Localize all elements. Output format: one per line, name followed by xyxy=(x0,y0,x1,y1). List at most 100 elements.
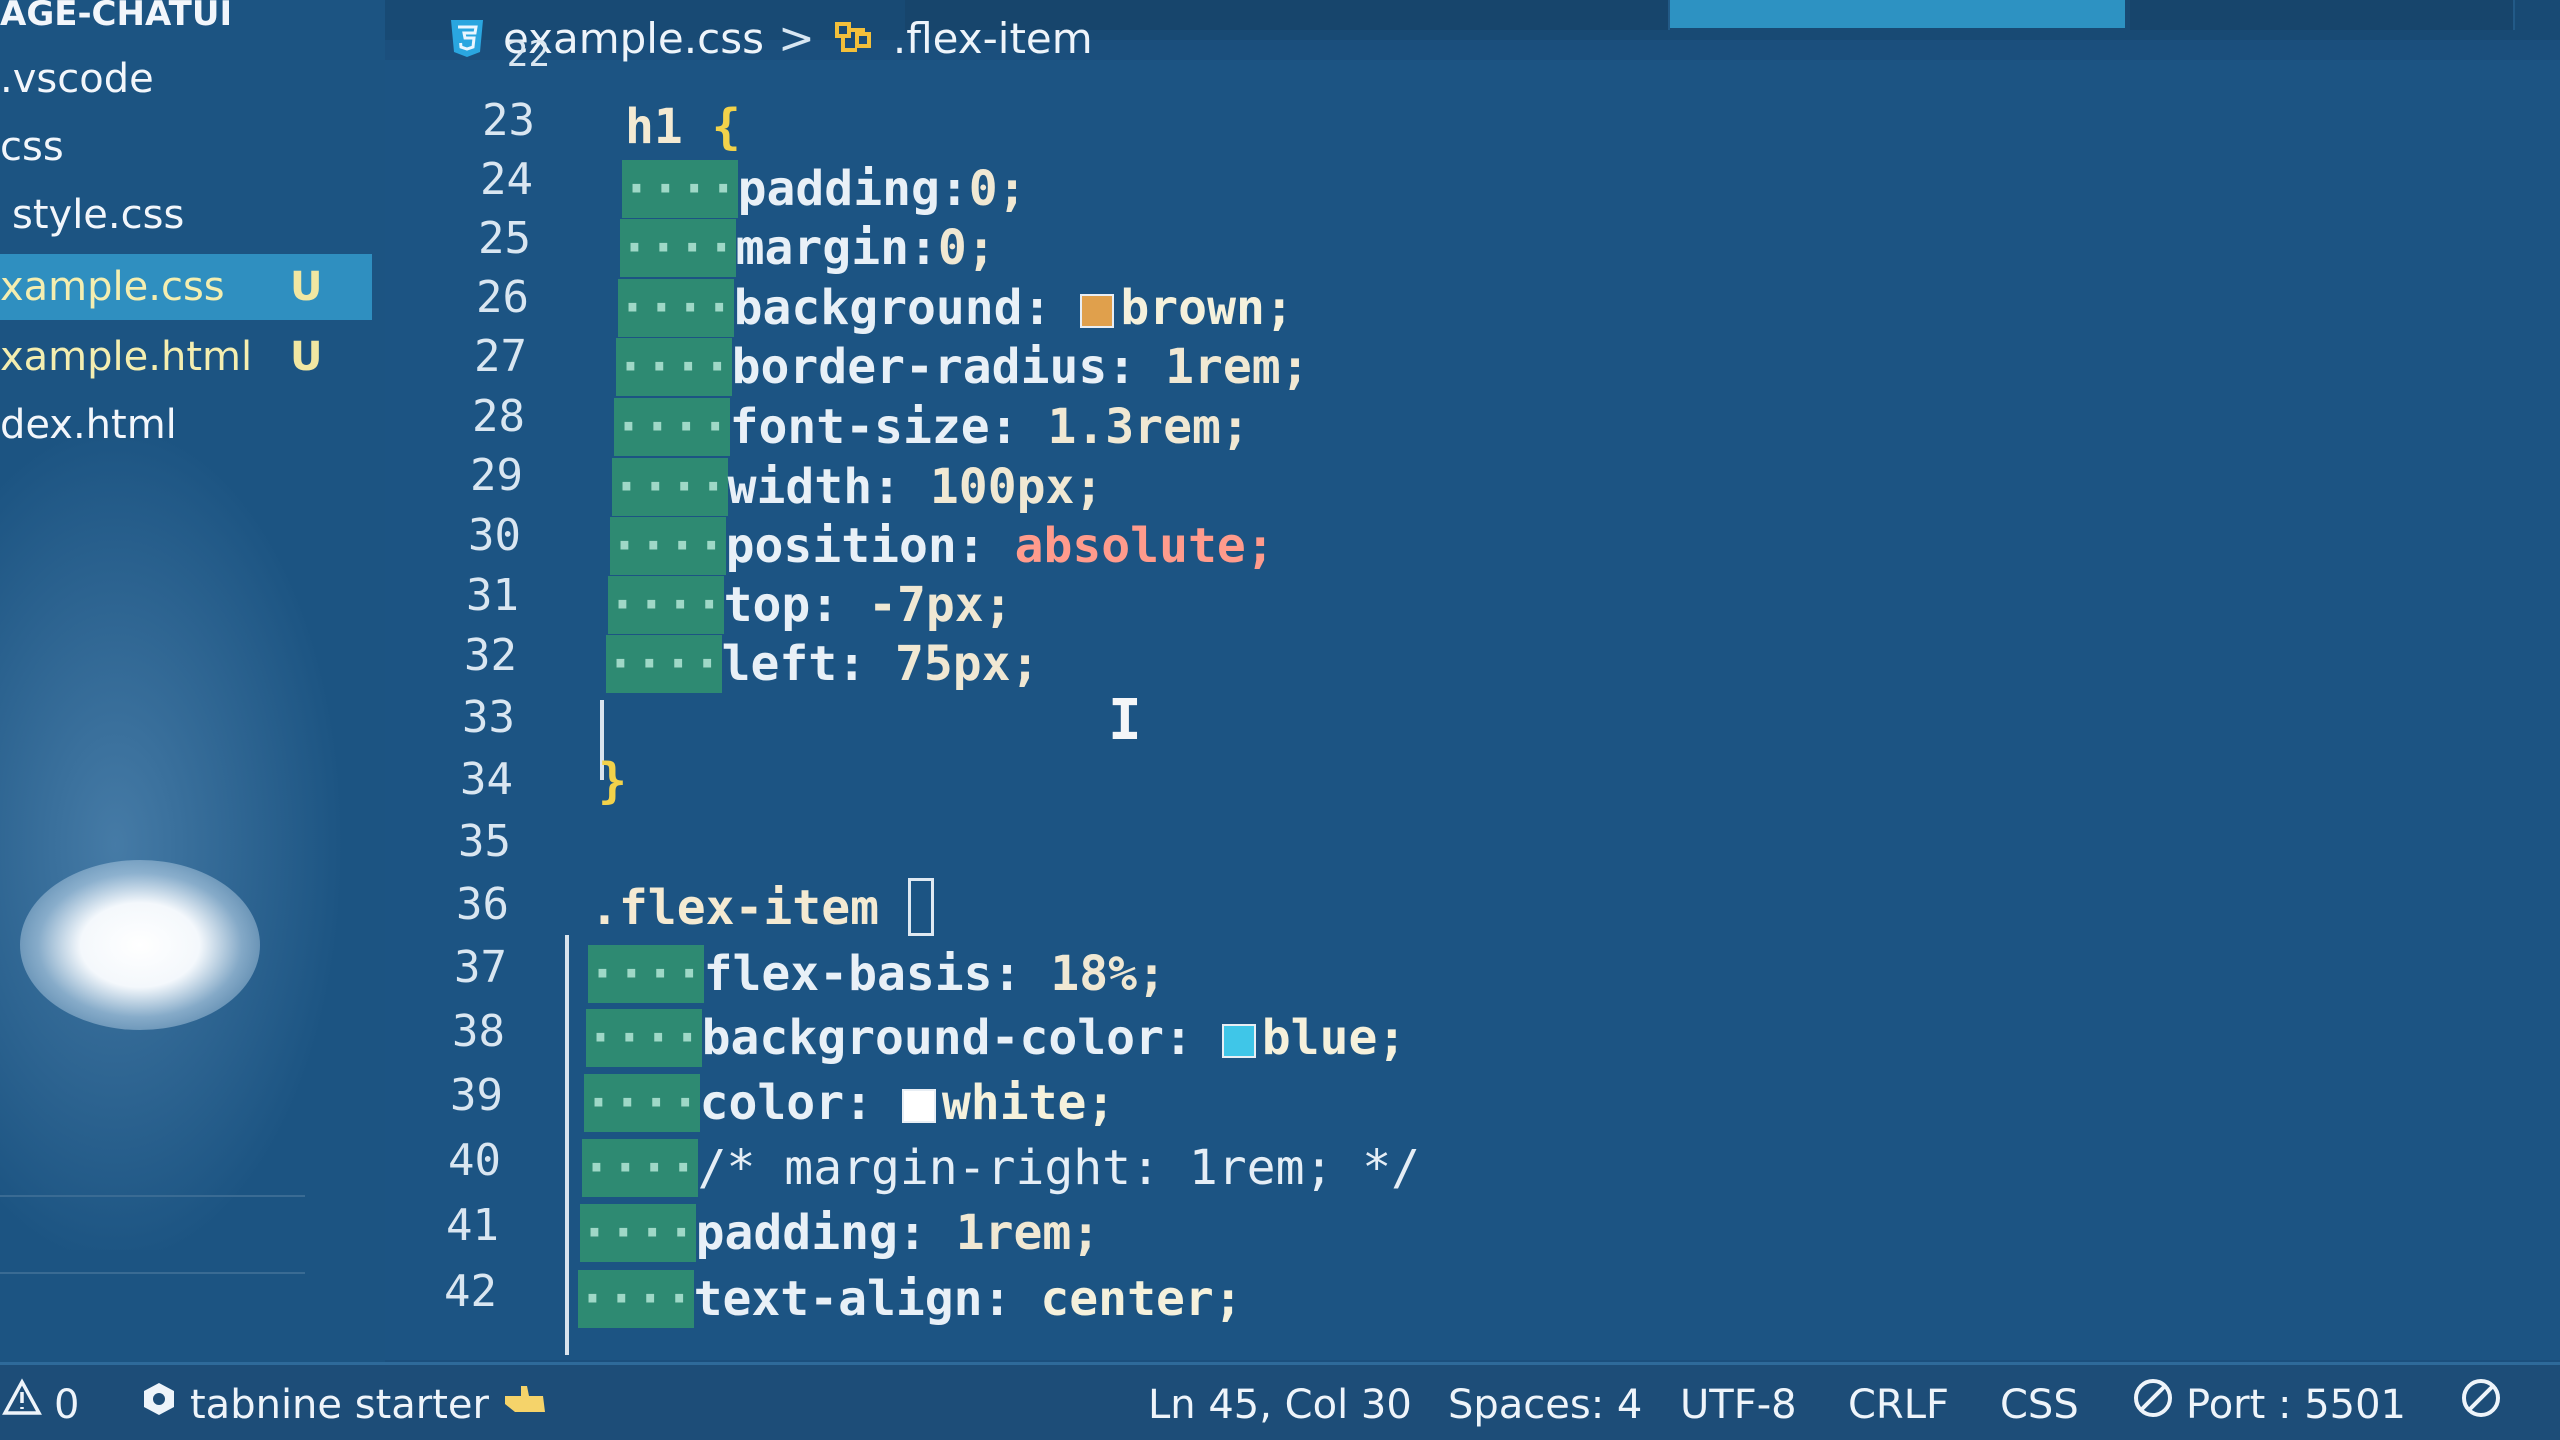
line-number: 22 xyxy=(506,40,550,70)
color-swatch-blue[interactable] xyxy=(1221,1024,1256,1058)
line-number: 39 xyxy=(450,1070,503,1121)
code-line-42: ····text-align: center; xyxy=(578,1270,1243,1328)
live-server-port[interactable]: Port : 5501 xyxy=(2132,1377,2406,1433)
color-swatch-brown[interactable] xyxy=(1080,294,1115,328)
css-property: background-color: xyxy=(701,1010,1222,1066)
css-property: left: xyxy=(721,636,895,692)
css-value: 1.3rem; xyxy=(1047,399,1250,455)
line-number: 23 xyxy=(482,95,535,146)
editor-tab-active[interactable] xyxy=(1670,0,2125,28)
text-cursor-ibeam-icon: I xyxy=(1108,688,1142,753)
color-swatch-white[interactable] xyxy=(901,1089,936,1123)
css-property: width: xyxy=(727,459,930,515)
css-value: 100px; xyxy=(929,459,1104,515)
code-line-32: ····left: 75px; xyxy=(606,635,1039,693)
line-number: 37 xyxy=(454,942,507,993)
tabnine-icon xyxy=(140,1377,178,1433)
chevron-right-icon: > xyxy=(777,12,815,64)
css-value: 0; xyxy=(968,161,1027,217)
indent-whitespace: ···· xyxy=(586,1009,702,1067)
css-value: 1rem; xyxy=(955,1205,1101,1261)
code-line-41: ····padding: 1rem; xyxy=(580,1204,1100,1262)
indent-whitespace: ···· xyxy=(582,1139,698,1197)
breadcrumb-symbol[interactable]: .flex-item xyxy=(893,14,1093,63)
css-value: 1rem; xyxy=(1165,339,1310,395)
prettier-status[interactable] xyxy=(2460,1377,2502,1433)
editor-tab[interactable] xyxy=(2130,0,2515,30)
symbol-class-icon xyxy=(829,16,879,60)
line-number: 36 xyxy=(456,879,509,930)
css-property: position: xyxy=(725,518,1015,574)
language-mode[interactable]: CSS xyxy=(2000,1377,2079,1433)
css-value: center; xyxy=(1040,1271,1243,1327)
indent-guide xyxy=(565,935,569,1355)
tree-item-label: .vscode xyxy=(0,56,154,102)
explorer-folder-title[interactable]: AGE-CHATUI xyxy=(0,0,232,34)
git-untracked-badge: U xyxy=(290,264,323,310)
tree-item-label: css xyxy=(0,124,64,170)
indent-whitespace: ···· xyxy=(618,279,734,337)
indent-whitespace: ···· xyxy=(620,219,736,277)
indent-whitespace: ···· xyxy=(610,517,726,575)
code-line-31: ····top: -7px; xyxy=(608,576,1013,634)
line-ending-setting[interactable]: CRLF xyxy=(1848,1377,1949,1433)
css-selector: .flex-item xyxy=(590,880,908,936)
code-line-40: ····/* margin-right: 1rem; */ xyxy=(582,1139,1420,1197)
tree-item-label: xample.css xyxy=(0,264,225,310)
port-label: Port : 5501 xyxy=(2186,1382,2406,1428)
indent-whitespace: ···· xyxy=(584,1074,700,1132)
line-number: 32 xyxy=(464,630,517,681)
git-untracked-badge: U xyxy=(290,334,323,380)
indent-whitespace: ···· xyxy=(606,635,722,693)
line-number: 27 xyxy=(474,331,527,382)
css-property: color: xyxy=(699,1075,902,1131)
line-number: 26 xyxy=(476,272,529,323)
tree-item-label: dex.html xyxy=(0,402,177,448)
tree-item-index-html[interactable]: dex.html xyxy=(0,392,385,458)
line-number: 28 xyxy=(472,391,525,442)
encoding-setting[interactable]: UTF-8 xyxy=(1680,1377,1797,1433)
css-property: top: xyxy=(723,577,869,633)
tree-item-example-html[interactable]: xample.html U xyxy=(0,324,385,390)
code-line-24: ····padding:0; xyxy=(622,160,1027,218)
status-bar: 0 tabnine starter Ln 45, Col 30 Spaces: … xyxy=(0,1362,2560,1440)
tree-item-label: xample.html xyxy=(0,334,253,380)
css-property: background: xyxy=(733,280,1081,336)
css-value: white; xyxy=(941,1075,1116,1131)
code-line-27: ····border-radius: 1rem; xyxy=(616,338,1310,396)
circle-slash-icon xyxy=(2132,1377,2174,1434)
tree-item-example-css[interactable]: xample.css U xyxy=(0,254,372,320)
code-line-36: .flex-item xyxy=(590,878,934,936)
tree-item-vscode[interactable]: .vscode xyxy=(0,46,385,112)
indent-whitespace: ···· xyxy=(608,576,724,634)
tree-item-css-folder[interactable]: css xyxy=(0,114,385,180)
line-number: 38 xyxy=(452,1006,505,1057)
code-line-26: ····background: brown; xyxy=(618,279,1294,337)
css-value: 18%; xyxy=(1050,946,1166,1002)
css-value: 0; xyxy=(937,220,996,276)
line-number: 40 xyxy=(448,1135,501,1186)
code-line-29: ····width: 100px; xyxy=(612,458,1103,516)
css-selector: h1 xyxy=(625,99,683,155)
problems-indicator[interactable]: 0 xyxy=(2,1377,79,1433)
css-value: 75px; xyxy=(894,636,1040,692)
tree-item-label: style.css xyxy=(12,192,185,238)
hand-pointer-icon xyxy=(501,1377,549,1433)
code-line-25: ····margin:0; xyxy=(620,219,996,277)
cursor-position[interactable]: Ln 45, Col 30 xyxy=(1148,1377,1412,1433)
warning-icon xyxy=(2,1377,42,1433)
tabnine-label: tabnine starter xyxy=(190,1382,489,1428)
open-brace: { xyxy=(711,99,741,155)
sidebar-divider xyxy=(0,1195,305,1197)
css-property: margin: xyxy=(735,220,938,276)
indentation-setting[interactable]: Spaces: 4 xyxy=(1448,1377,1642,1433)
screen-glare-haze xyxy=(0,350,385,1250)
tree-item-style-css[interactable]: style.css xyxy=(0,182,385,248)
line-number: 29 xyxy=(470,450,523,501)
css-property: padding: xyxy=(737,161,969,217)
line-number: 30 xyxy=(468,510,521,561)
close-brace: } xyxy=(598,753,627,809)
indent-whitespace: ···· xyxy=(616,338,732,396)
indent-whitespace: ···· xyxy=(622,160,738,218)
tabnine-status[interactable]: tabnine starter xyxy=(140,1377,549,1433)
